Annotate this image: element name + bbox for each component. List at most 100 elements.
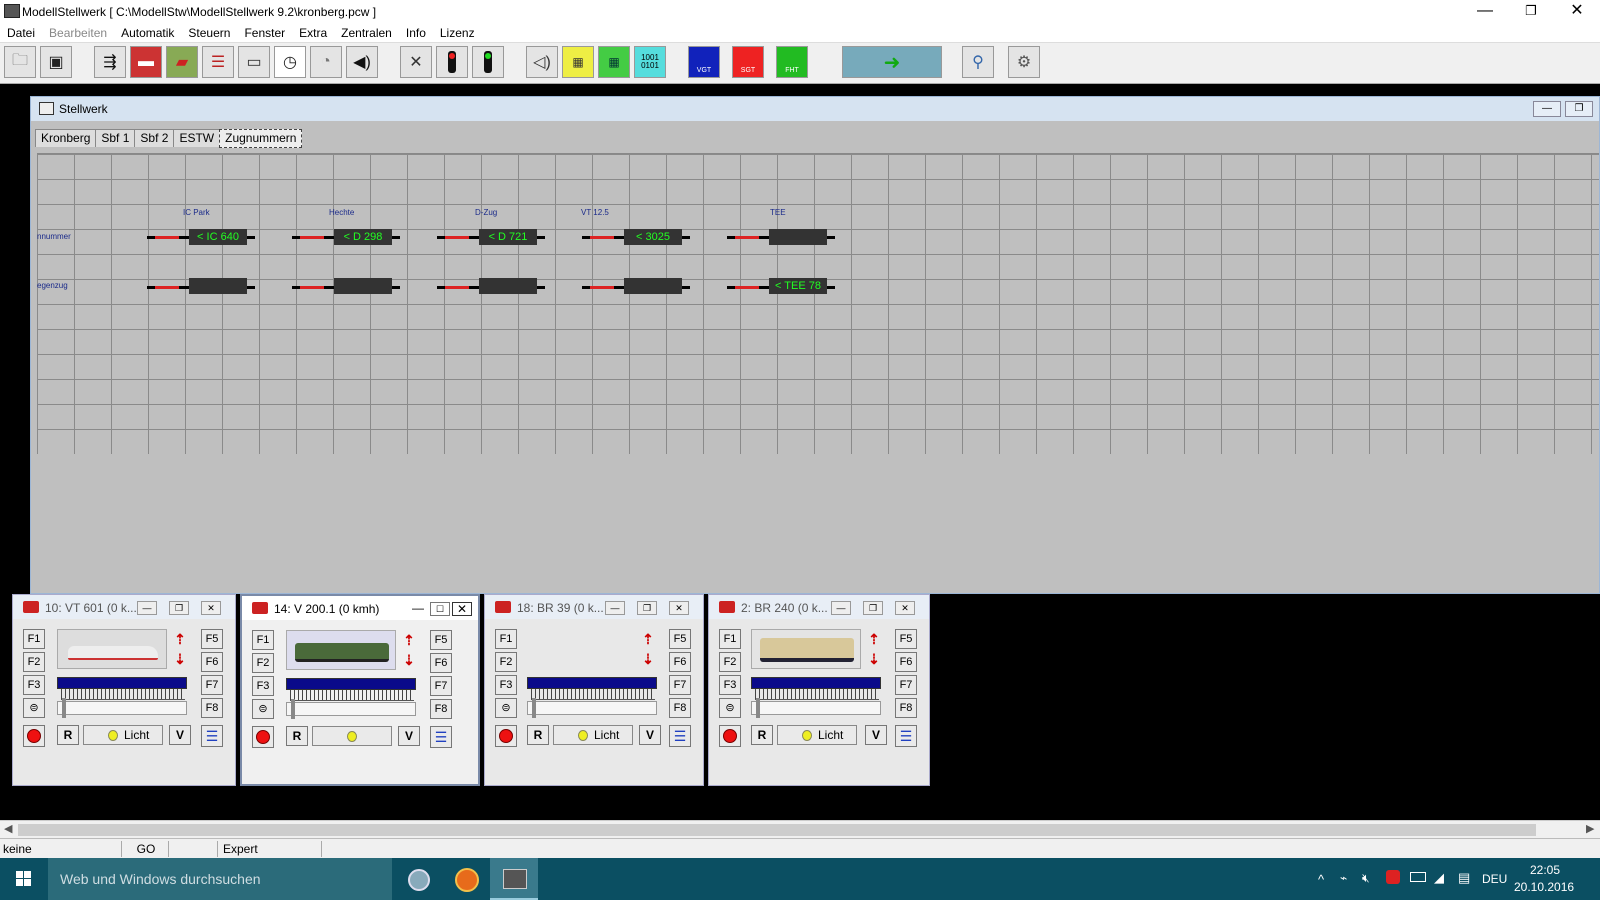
settings-icon[interactable]: ⚙ xyxy=(1008,46,1040,78)
menu-fenster[interactable]: Fenster xyxy=(237,24,292,42)
train-red-icon[interactable]: ▬ xyxy=(130,46,162,78)
train-photo-icon[interactable]: ▰ xyxy=(166,46,198,78)
function-f7-button[interactable]: F7 xyxy=(201,675,223,695)
function-f5-button[interactable]: F5 xyxy=(430,630,452,650)
reverse-button[interactable]: R xyxy=(57,725,79,745)
light-toggle[interactable]: Licht xyxy=(553,725,633,745)
close-button[interactable]: ✕ xyxy=(1554,0,1600,24)
minimize-button[interactable]: — xyxy=(831,601,851,615)
reverse-arrow-icon[interactable]: ⇣ xyxy=(867,651,881,667)
scroll-right-icon[interactable]: ▶ xyxy=(1586,822,1594,835)
speed-slider[interactable] xyxy=(751,698,881,718)
scrollbar-thumb[interactable] xyxy=(18,824,1536,836)
function-f6-button[interactable]: F6 xyxy=(895,652,917,672)
function-f8-button[interactable]: F8 xyxy=(895,698,917,718)
clock-icon[interactable]: ◷ xyxy=(274,46,306,78)
menu-info[interactable]: Info xyxy=(399,24,433,42)
train-number-block[interactable] xyxy=(624,278,682,294)
save-icon[interactable]: ▣ xyxy=(40,46,72,78)
function-f8-button[interactable]: F8 xyxy=(201,698,223,718)
horn-icon[interactable]: ⊜ xyxy=(719,698,741,718)
minimize-button[interactable]: — xyxy=(1462,0,1508,24)
function-f1-button[interactable]: F1 xyxy=(23,629,45,649)
reverse-arrow-icon[interactable]: ⇣ xyxy=(402,652,416,668)
train-number-block[interactable] xyxy=(334,278,392,294)
tab-kronberg[interactable]: Kronberg xyxy=(35,129,97,147)
close-button[interactable]: ✕ xyxy=(895,601,915,615)
keyboard-yellow-icon[interactable]: ▦ xyxy=(562,46,594,78)
function-list-icon[interactable]: ☰ xyxy=(669,725,691,747)
train-list-icon[interactable]: ☰ xyxy=(202,46,234,78)
light-toggle[interactable]: Licht xyxy=(777,725,857,745)
battery-icon[interactable] xyxy=(1410,872,1426,882)
train-number-block[interactable] xyxy=(189,278,247,294)
open-folder-icon[interactable]: 🗀 xyxy=(4,46,36,78)
emergency-stop-button[interactable] xyxy=(495,725,517,747)
minimize-button[interactable]: — xyxy=(137,601,157,615)
reverse-arrow-icon[interactable]: ⇣ xyxy=(641,651,655,667)
horn-icon[interactable]: ⊜ xyxy=(495,698,517,718)
menu-extra[interactable]: Extra xyxy=(292,24,334,42)
horn-icon[interactable]: ⊜ xyxy=(252,699,274,719)
function-f2-button[interactable]: F2 xyxy=(252,653,274,673)
function-f3-button[interactable]: F3 xyxy=(252,676,274,696)
function-f5-button[interactable]: F5 xyxy=(201,629,223,649)
train-number-block[interactable] xyxy=(479,278,537,294)
light-toggle[interactable]: Licht xyxy=(83,725,163,745)
menu-automatik[interactable]: Automatik xyxy=(114,24,181,42)
forward-arrow-icon[interactable]: ⇡ xyxy=(402,632,416,648)
speed-slider[interactable] xyxy=(286,699,416,719)
network-adapter-icon[interactable]: ⌁ xyxy=(1340,871,1347,885)
function-f1-button[interactable]: F1 xyxy=(495,629,517,649)
train-number-block[interactable]: < D 721 xyxy=(479,229,537,245)
light-toggle[interactable] xyxy=(312,726,392,746)
train-number-block[interactable]: < TEE 78 xyxy=(769,278,827,294)
restore-button[interactable]: ❐ xyxy=(169,601,189,615)
station-red-icon[interactable]: SGT xyxy=(732,46,764,78)
tools-icon[interactable]: ✕ xyxy=(400,46,432,78)
forward-arrow-icon[interactable]: ⇡ xyxy=(641,631,655,647)
forward-arrow-icon[interactable]: ⇡ xyxy=(173,631,187,647)
tab-zugnummern[interactable]: Zugnummern xyxy=(219,129,303,148)
clock-time[interactable]: 22:05 xyxy=(1530,863,1560,877)
stellwerk-restore-button[interactable]: ❐ xyxy=(1565,101,1593,117)
speed-slider[interactable] xyxy=(527,698,657,718)
emergency-stop-button[interactable] xyxy=(23,725,45,747)
track-layout-icon[interactable]: ⇶ xyxy=(94,46,126,78)
antivirus-icon[interactable] xyxy=(1386,870,1400,884)
function-f8-button[interactable]: F8 xyxy=(430,699,452,719)
slider-knob[interactable] xyxy=(532,698,536,718)
function-f3-button[interactable]: F3 xyxy=(719,675,741,695)
notifications-icon[interactable]: ▤ xyxy=(1458,870,1470,886)
turntable-icon[interactable]: ▭ xyxy=(238,46,270,78)
function-f2-button[interactable]: F2 xyxy=(495,652,517,672)
firefox-icon[interactable] xyxy=(442,858,490,900)
station-blue-icon[interactable]: VGT xyxy=(688,46,720,78)
function-f3-button[interactable]: F3 xyxy=(495,675,517,695)
minimize-button[interactable]: — xyxy=(605,601,625,615)
function-list-icon[interactable]: ☰ xyxy=(895,725,917,747)
tray-chevron-icon[interactable]: ^ xyxy=(1318,872,1324,887)
horizontal-scrollbar[interactable]: ◀ ▶ xyxy=(0,820,1600,839)
function-list-icon[interactable]: ☰ xyxy=(201,725,223,747)
forward-button[interactable]: V xyxy=(398,726,420,746)
function-f8-button[interactable]: F8 xyxy=(669,698,691,718)
forward-arrow-icon[interactable]: ⇡ xyxy=(867,631,881,647)
function-f7-button[interactable]: F7 xyxy=(669,675,691,695)
train-number-block[interactable]: < IC 640 xyxy=(189,229,247,245)
speed-slider[interactable] xyxy=(57,698,187,718)
reverse-button[interactable]: R xyxy=(527,725,549,745)
function-f5-button[interactable]: F5 xyxy=(895,629,917,649)
reverse-button[interactable]: R xyxy=(751,725,773,745)
volume-muted-icon[interactable]: 🔇︎ xyxy=(1362,871,1370,886)
train-number-block[interactable] xyxy=(769,229,827,245)
close-button[interactable]: ✕ xyxy=(201,601,221,615)
forward-button[interactable]: V xyxy=(865,725,887,745)
signal-green-icon[interactable] xyxy=(472,46,504,78)
function-f5-button[interactable]: F5 xyxy=(669,629,691,649)
menu-steuern[interactable]: Steuern xyxy=(181,24,237,42)
horn-icon[interactable]: ⊜ xyxy=(23,698,45,718)
modellstellwerk-taskbar-icon[interactable] xyxy=(490,858,538,900)
function-f7-button[interactable]: F7 xyxy=(430,676,452,696)
binary-icon[interactable]: 1001 0101 xyxy=(634,46,666,78)
